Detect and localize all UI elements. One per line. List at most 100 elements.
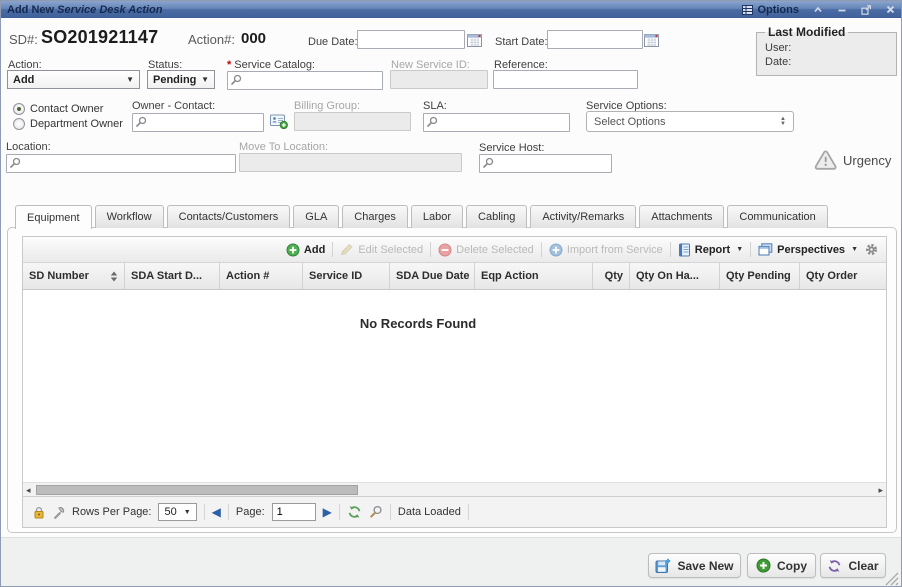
column-header-action-number[interactable]: Action # — [220, 263, 303, 289]
start-date-calendar-icon[interactable] — [643, 31, 660, 48]
column-header-qty-pending[interactable]: Qty Pending — [720, 263, 800, 289]
column-header-qty[interactable]: Qty — [593, 263, 630, 289]
options-grid-icon — [742, 5, 753, 15]
perspectives-button[interactable]: Perspectives ▼ — [758, 243, 858, 256]
import-from-service-button[interactable]: Import from Service — [549, 243, 663, 257]
toolbar-separator — [332, 242, 333, 257]
last-modified-group: Last Modified User: Date: — [756, 25, 897, 76]
tab-attachments[interactable]: Attachments — [639, 205, 724, 228]
column-header-sd-number[interactable]: SD Number — [23, 263, 125, 289]
sd-number-value: SO201921147 — [41, 27, 158, 48]
start-date-label: Start Date: — [495, 36, 548, 48]
service-options-select[interactable]: Select Options ▲▼ — [586, 111, 794, 132]
department-owner-radio[interactable]: Department Owner — [13, 118, 123, 130]
page-input[interactable] — [272, 503, 316, 521]
due-date-input[interactable] — [357, 30, 465, 49]
reference-input[interactable] — [493, 70, 638, 89]
column-header-eqp-action[interactable]: Eqp Action — [475, 263, 593, 289]
column-header-service-id[interactable]: Service ID — [303, 263, 390, 289]
owner-contact-input[interactable] — [132, 113, 264, 132]
add-button[interactable]: Add — [286, 243, 325, 257]
new-service-id-input — [390, 70, 488, 89]
move-to-location-label: Move To Location: — [239, 141, 328, 153]
grid-body: No Records Found — [23, 290, 886, 482]
chevron-down-icon: ▼ — [736, 246, 743, 253]
sla-search-field — [423, 112, 570, 132]
service-host-input[interactable] — [479, 154, 612, 173]
lock-icon[interactable] — [33, 506, 45, 519]
tab-activity-remarks[interactable]: Activity/Remarks — [530, 205, 636, 228]
status-select[interactable]: Pending▼ — [147, 70, 215, 89]
radio-unselected-icon — [13, 118, 25, 130]
chevron-down-icon: ▼ — [851, 246, 858, 253]
scrollbar-thumb[interactable] — [36, 485, 358, 495]
perspectives-icon — [758, 243, 773, 256]
report-button[interactable]: Report ▼ — [678, 243, 743, 257]
zoom-search-icon[interactable] — [369, 505, 383, 519]
next-page-icon[interactable]: ▶ — [323, 506, 332, 518]
owner-contact-search-field — [132, 112, 264, 132]
save-new-button[interactable]: Save New — [648, 553, 741, 578]
options-label: Options — [757, 4, 799, 16]
previous-page-icon[interactable]: ◀ — [212, 506, 221, 518]
options-button[interactable]: Options — [742, 4, 799, 16]
service-catalog-input[interactable] — [227, 71, 383, 90]
delete-circle-icon — [438, 243, 452, 257]
column-header-sda-due-date[interactable]: SDA Due Date — [390, 263, 475, 289]
due-date-calendar-icon[interactable] — [466, 31, 483, 48]
close-icon[interactable] — [886, 5, 895, 14]
scroll-right-icon[interactable]: ▸ — [878, 484, 883, 496]
titlebar: Add New Service Desk Action Options — [1, 1, 901, 18]
column-header-qty-ordered[interactable]: Qty Order — [800, 263, 886, 289]
urgency-indicator[interactable]: Urgency — [813, 149, 891, 171]
owner-contact-label: Owner - Contact: — [132, 100, 215, 112]
sla-input[interactable] — [423, 113, 570, 132]
tab-labor[interactable]: Labor — [411, 205, 463, 228]
column-header-qty-on-hand[interactable]: Qty On Ha... — [630, 263, 720, 289]
edit-selected-button[interactable]: Edit Selected — [340, 243, 423, 256]
copy-button[interactable]: Copy — [747, 553, 816, 578]
delete-selected-button[interactable]: Delete Selected — [438, 243, 534, 257]
tab-content-panel: Add Edit Selected Delete Selected Import… — [7, 227, 897, 533]
rows-per-page-label: Rows Per Page: — [72, 506, 151, 518]
tab-communication[interactable]: Communication — [727, 205, 827, 228]
resize-grip-icon[interactable] — [885, 572, 899, 586]
tab-workflow[interactable]: Workflow — [95, 205, 164, 228]
start-date-input[interactable] — [547, 30, 643, 49]
grid-toolbar: Add Edit Selected Delete Selected Import… — [23, 237, 886, 263]
radio-selected-icon — [13, 103, 25, 115]
tab-charges[interactable]: Charges — [342, 205, 408, 228]
page-label: Page: — [236, 506, 265, 518]
minimize-icon[interactable] — [837, 5, 847, 14]
billing-group-input — [294, 112, 411, 131]
clear-refresh-icon — [827, 559, 842, 573]
search-icon — [482, 157, 494, 169]
scroll-left-icon[interactable]: ◂ — [26, 484, 31, 496]
contact-owner-radio[interactable]: Contact Owner — [13, 103, 103, 115]
column-header-sda-start-date[interactable]: SDA Start D... — [125, 263, 220, 289]
action-select[interactable]: Add▼ — [7, 70, 140, 89]
warning-triangle-icon — [813, 149, 838, 171]
collapse-icon[interactable] — [813, 5, 823, 14]
edit-pencil-icon — [340, 243, 354, 256]
tab-cabling[interactable]: Cabling — [466, 205, 527, 228]
last-modified-user-label: User: — [765, 41, 888, 55]
search-icon — [230, 74, 242, 86]
popout-icon[interactable] — [861, 5, 872, 15]
due-date-label: Due Date: — [308, 36, 358, 48]
clear-button[interactable]: Clear — [820, 553, 886, 578]
gear-icon[interactable] — [865, 243, 878, 256]
location-label: Location: — [6, 141, 51, 153]
tab-contacts-customers[interactable]: Contacts/Customers — [167, 205, 291, 228]
refresh-icon[interactable] — [347, 505, 362, 519]
wrench-icon[interactable] — [52, 506, 65, 519]
tab-equipment[interactable]: Equipment — [15, 205, 92, 229]
action-number-label: Action#: — [188, 32, 235, 47]
last-modified-date-label: Date: — [765, 55, 888, 69]
tab-gla[interactable]: GLA — [293, 205, 339, 228]
service-host-search-field — [479, 153, 612, 173]
sd-number-label: SD#: — [9, 32, 38, 47]
contact-add-icon[interactable] — [269, 113, 288, 129]
rows-per-page-select[interactable]: 50 ▼ — [158, 503, 196, 521]
location-input[interactable] — [6, 154, 236, 173]
